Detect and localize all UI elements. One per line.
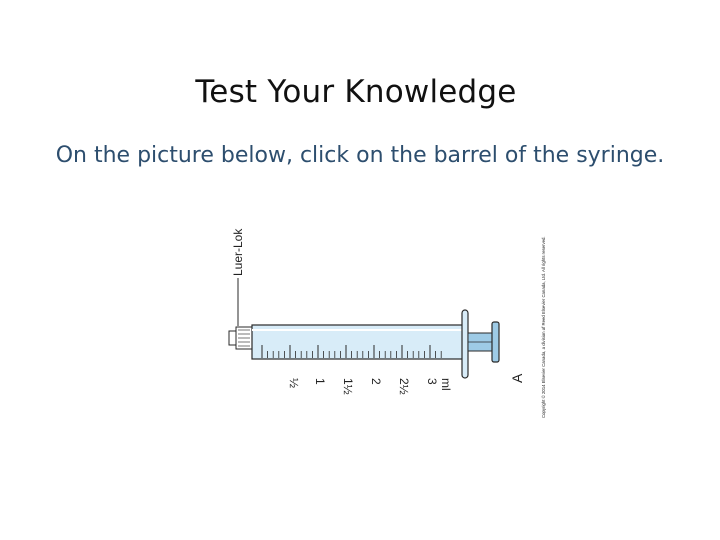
question-prompt: On the picture below, click on the barre… bbox=[55, 143, 665, 168]
scale-unit: ml bbox=[439, 378, 453, 391]
scale-label: 1 bbox=[313, 378, 327, 385]
syringe-tip[interactable] bbox=[228, 326, 253, 350]
scale-label: 1½ bbox=[341, 378, 355, 395]
scale-label: 2½ bbox=[397, 378, 411, 395]
scale-label: 3 bbox=[425, 378, 439, 385]
scale-label: ½ bbox=[287, 378, 301, 388]
scale-labels: ½ 1 1½ 2 2½ 3 ml bbox=[287, 378, 453, 395]
syringe-plunger[interactable] bbox=[467, 321, 500, 363]
scale-label: 2 bbox=[369, 378, 383, 385]
quiz-page: Test Your Knowledge On the picture below… bbox=[0, 0, 720, 540]
syringe-diagram: Luer-Lok ½ 1 1½ 2 2½ 3 ml A Copyright © … bbox=[228, 228, 546, 418]
figure-letter: A bbox=[509, 373, 525, 383]
syringe-barrel[interactable] bbox=[251, 324, 465, 360]
page-title: Test Your Knowledge bbox=[195, 74, 517, 110]
copyright-text: Copyright © 2014 Elsevier Canada, a divi… bbox=[541, 236, 546, 418]
syringe-figure: Luer-Lok ½ 1 1½ 2 2½ 3 ml A Copyright © … bbox=[200, 178, 560, 428]
tip-label: Luer-Lok bbox=[231, 228, 245, 276]
finger-flange[interactable] bbox=[461, 309, 469, 379]
